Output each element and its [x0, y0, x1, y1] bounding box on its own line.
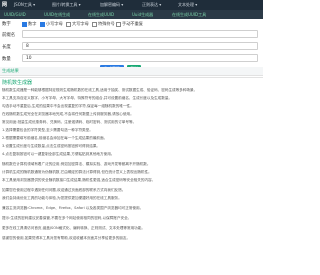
symbols-checkbox[interactable]	[92, 21, 97, 27]
article-paragraph: 更多在线工具请访问首页,涵盖JSON格式化、编码转换、正则测试、文本处理等常用功…	[2, 226, 145, 230]
option-symbols[interactable]: 特殊符号	[92, 21, 115, 27]
tab-uuid-guid[interactable]: UUID/GUID	[4, 12, 26, 17]
option-digits[interactable]: 数字	[22, 21, 36, 27]
article-paragraph: 感谢您的使用,如果觉得本工具对您有帮助,欢迎收藏本页面并分享给更多的朋友。	[2, 236, 131, 240]
lowercase-checkbox[interactable]	[40, 21, 45, 27]
article-paragraph: 4.点击复制按钮可以一键复制全部生成结果,方便粘贴到其他地方使用。	[2, 152, 115, 156]
result-section-label: 生成结果	[2, 68, 19, 73]
nav-item-regex[interactable]: 正则表达 ▾	[142, 2, 161, 8]
unique-checkbox[interactable]	[116, 21, 121, 27]
tool-tabs: UUID/GUID UUID在线生成 在线生成UUID Uuid生成器 在线生成…	[0, 10, 263, 19]
article-paragraph: 本工具使用浏览器提供的安全随机数接口生成结果,随机性更强,适合生成密码等安全相关…	[2, 178, 156, 182]
tab-online-uuid[interactable]: 在线生成UUID	[88, 12, 114, 18]
tab-uuid-online[interactable]: UUID在线生成	[44, 12, 70, 18]
nav-item-image[interactable]: 图片/转换工具 ▾	[52, 2, 81, 8]
type-label: 数字	[2, 22, 11, 27]
article-paragraph: 3.设置生成长度与生成数量,点击生成密码按钮即可得到结果。	[2, 144, 101, 148]
article-paragraph: 在线随机数生成完全在浏览器本地完成,不会将任何数据上传到服务器,请放心使用。	[2, 112, 134, 116]
article-paragraph: 随机数在计算机领域有着广泛的应用,例如加密算法、模拟实验、游戏开发等都离不开随机…	[2, 162, 151, 166]
divider	[0, 77, 263, 78]
tab-uuid-tool[interactable]: 在线生成UUID工具	[172, 12, 206, 18]
prefix-input[interactable]	[22, 30, 258, 38]
article-paragraph: 1.选择需要包含的字符类型,至少需要勾选一种字符类型。	[2, 128, 93, 132]
article-paragraph: 本工具支持自定义数字、小写字母、大写字母、特殊符号的组合,并可设置前缀名、生成长…	[2, 96, 173, 100]
top-navbar: 网 JSON工具 ▾ 图片/转换工具 ▾ 加解密编码 ▾ 正则表达 ▾ 文本处理…	[0, 0, 263, 10]
divider	[0, 75, 263, 76]
nav-item-encode[interactable]: 加解密编码 ▾	[100, 2, 123, 8]
article-paragraph: 兼容主流浏览器:Chrome、Edge、Firefox、Safari 以及各类国…	[2, 206, 144, 210]
article-paragraph: 计算机生成的随机数通常为伪随机数,它由确定的算法计算得到,但在统计意义上表现出随…	[2, 170, 152, 174]
option-uppercase[interactable]: 大写字母	[66, 21, 89, 27]
digits-checkbox[interactable]	[22, 21, 27, 27]
article-paragraph: 常见用途:批量生成优惠券码、兑换码、注册邀请码、临时密码、测试用的订单号等。	[2, 120, 137, 124]
article-paragraph: 提示:生成的密码建议妥善保管,不要在多个网站使用相同的密码,以保障账户安全。	[2, 216, 132, 220]
article-paragraph: 勾选手动不重复后,生成的结果中不会出现重复的字符,保证每一组随机数的唯一性。	[2, 104, 134, 108]
article-paragraph: 2.根据需要填写前缀名,前缀名会添加在每一个生成结果的最前面。	[2, 136, 108, 140]
count-label: 数量	[2, 57, 11, 62]
article-heading: 随机数生成器	[2, 80, 33, 86]
uppercase-checkbox[interactable]	[66, 21, 71, 27]
result-section-header: 生成结果	[0, 67, 263, 75]
tab-uuid-generator[interactable]: Uuid生成器	[132, 12, 153, 18]
option-unique[interactable]: 手动不重复	[116, 21, 143, 27]
nav-item-json[interactable]: JSON工具 ▾	[14, 2, 35, 8]
option-lowercase[interactable]: 小写字母	[40, 21, 63, 27]
main-content: 数字 数字 小写字母 大写字母 特殊符号 手动不重复 前缀名 长度 8 数量 1…	[0, 19, 263, 275]
article-paragraph: 随机数生成器是一种能够根据特定规则生成随机数的在线工具,适用于抽奖、测试数据生成…	[2, 88, 198, 92]
article-paragraph: 如果您在使用过程中遇到任何问题,欢迎通过页面底部的联系方式向我们反馈。	[2, 188, 126, 192]
site-logo[interactable]: 网	[2, 1, 7, 8]
length-input[interactable]: 8	[22, 42, 258, 50]
prefix-label: 前缀名	[2, 33, 16, 38]
nav-item-text[interactable]: 文本处理 ▾	[178, 2, 197, 8]
count-input[interactable]: 10	[22, 54, 258, 62]
article-paragraph: 我们会持续优化工具的功能与体验,为您提供更加便捷好用的在线工具服务。	[2, 196, 122, 200]
length-label: 长度	[2, 45, 11, 50]
